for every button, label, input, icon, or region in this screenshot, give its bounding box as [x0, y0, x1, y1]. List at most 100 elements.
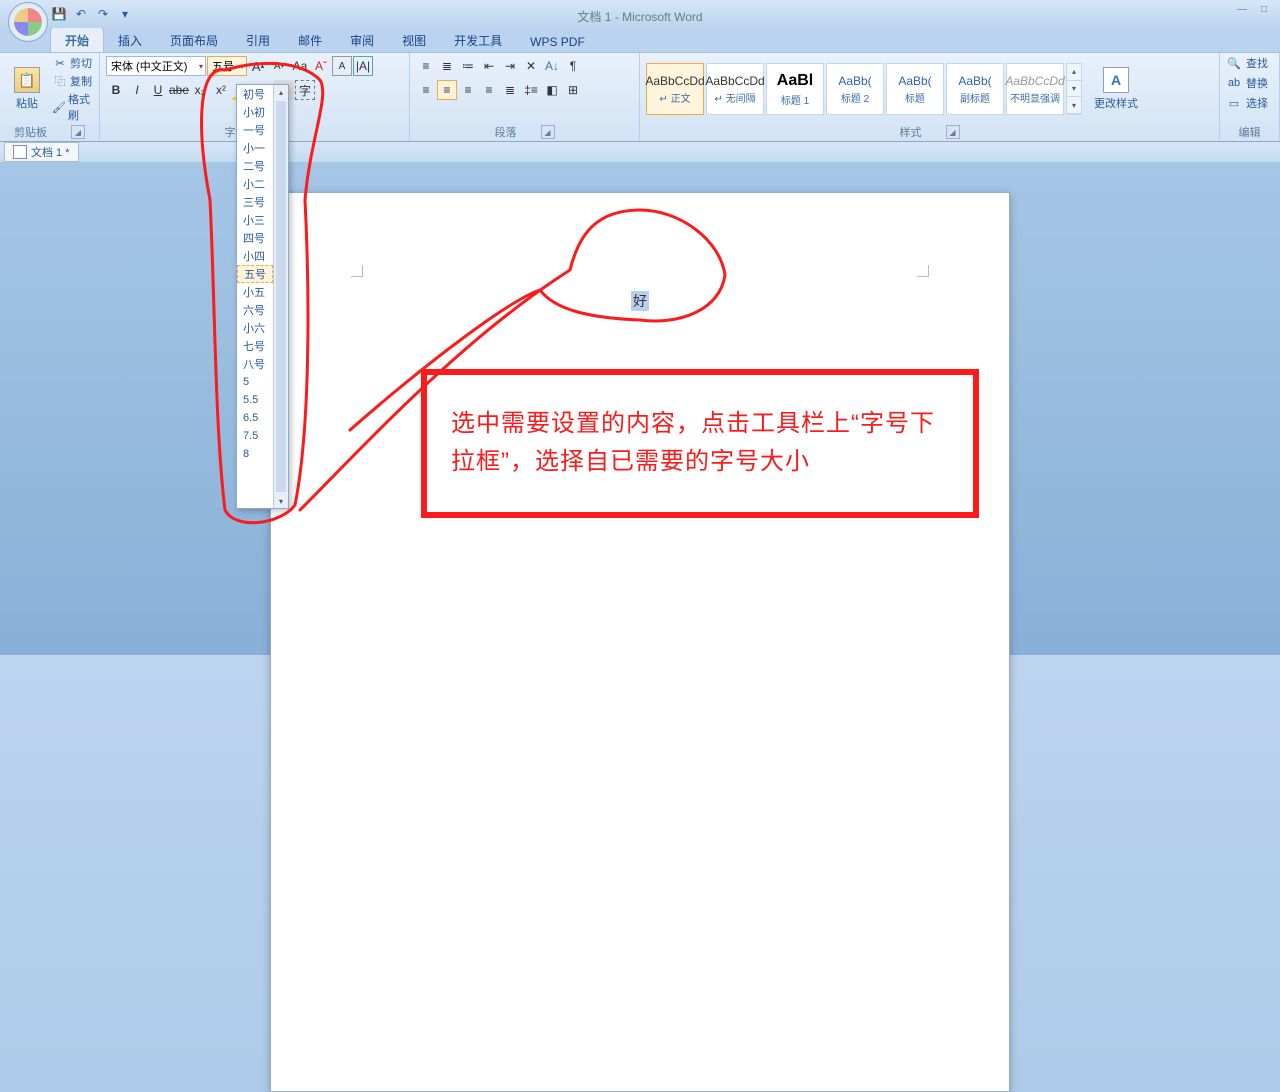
style-gallery[interactable]: AaBbCcDd↵ 正文 AaBbCcDd↵ 无间隔 AaBl标题 1 AaBb… [646, 63, 1082, 115]
size-option[interactable]: 三号 [237, 193, 273, 211]
font-size-combo[interactable]: 五号▾ [207, 56, 247, 76]
select-button[interactable]: ▭选择 [1226, 95, 1268, 111]
document-tab[interactable]: 文档 1 * [4, 142, 79, 162]
minimize-button[interactable]: — [1232, 0, 1252, 18]
size-option[interactable]: 小六 [237, 319, 273, 337]
tab-wpspdf[interactable]: WPS PDF [516, 31, 599, 52]
cut-button[interactable]: ✂剪切 [52, 55, 93, 71]
style-normal[interactable]: AaBbCcDd↵ 正文 [646, 63, 704, 115]
phonetic-button[interactable]: Aˇ [311, 56, 331, 76]
size-option[interactable]: 7.5 [237, 427, 273, 445]
save-icon[interactable]: 💾 [50, 5, 68, 23]
tab-layout[interactable]: 页面布局 [156, 28, 232, 52]
redo-icon[interactable]: ↷ [94, 5, 112, 23]
size-option[interactable]: 小一 [237, 139, 273, 157]
numbering-button[interactable]: ≣ [437, 56, 457, 76]
selected-text[interactable]: 好 [631, 291, 649, 311]
tab-insert[interactable]: 插入 [104, 28, 156, 52]
scroll-up-icon[interactable]: ▴ [274, 85, 288, 99]
sort-button[interactable]: A↓ [542, 56, 562, 76]
clipboard-group-label: 剪贴板 [14, 124, 47, 140]
grow-font-button[interactable]: A▴ [248, 56, 268, 76]
size-option[interactable]: 四号 [237, 229, 273, 247]
char-border-button[interactable]: A [332, 56, 352, 76]
subscript-button[interactable]: x₂ [190, 80, 210, 100]
scroll-thumb[interactable] [276, 101, 286, 492]
bullets-button[interactable]: ≡ [416, 56, 436, 76]
gallery-spinner[interactable]: ▴▾▾ [1066, 63, 1082, 115]
size-option[interactable]: 八号 [237, 355, 273, 373]
style-nospace[interactable]: AaBbCcDd↵ 无间隔 [706, 63, 764, 115]
line-spacing-button[interactable]: ‡≡ [521, 80, 541, 100]
tab-home[interactable]: 开始 [50, 27, 104, 52]
clipboard-dialog-launcher[interactable]: ◢ [71, 125, 85, 139]
borders-button[interactable]: ⊞ [563, 80, 583, 100]
font-name-combo[interactable]: 宋体 (中文正文)▾ [106, 56, 206, 76]
superscript-button[interactable]: x² [211, 80, 231, 100]
paste-button[interactable]: 📋 粘贴 [6, 63, 48, 115]
size-option[interactable]: 8 [237, 445, 273, 463]
style-subtle-emph[interactable]: AaBbCcDd不明显强调 [1006, 63, 1064, 115]
char-shading-button[interactable]: |A| [353, 56, 373, 76]
indent-inc-button[interactable]: ⇥ [500, 56, 520, 76]
underline-button[interactable]: U [148, 80, 168, 100]
painter-label: 格式刷 [68, 91, 93, 123]
undo-icon[interactable]: ↶ [72, 5, 90, 23]
clear-format-button[interactable]: Aa [290, 56, 310, 76]
size-option[interactable]: 6.5 [237, 409, 273, 427]
dropdown-scrollbar[interactable]: ▴▾ [273, 85, 288, 508]
distrib-button[interactable]: ≣ [500, 80, 520, 100]
indent-dec-button[interactable]: ⇤ [479, 56, 499, 76]
size-option[interactable]: 小初 [237, 103, 273, 121]
replace-icon: ab [1226, 75, 1242, 91]
tab-mail[interactable]: 邮件 [284, 28, 336, 52]
maximize-button[interactable]: □ [1254, 0, 1274, 18]
size-option[interactable]: 五号 [237, 265, 273, 283]
size-option[interactable]: 5 [237, 373, 273, 391]
style-h1[interactable]: AaBl标题 1 [766, 63, 824, 115]
size-option[interactable]: 5.5 [237, 391, 273, 409]
align-left-button[interactable]: ≡ [416, 80, 436, 100]
bold-button[interactable]: B [106, 80, 126, 100]
paragraph-dialog-launcher[interactable]: ◢ [541, 125, 555, 139]
italic-button[interactable]: I [127, 80, 147, 100]
multilevel-button[interactable]: ≔ [458, 56, 478, 76]
change-styles-button[interactable]: A 更改样式 [1086, 63, 1146, 115]
office-button[interactable] [8, 2, 48, 42]
size-option[interactable]: 小五 [237, 283, 273, 301]
align-center-button[interactable]: ≡ [437, 80, 457, 100]
document-canvas[interactable]: 好 选中需要设置的内容，点击工具栏上“字号下拉框”，选择自已需要的字号大小 [0, 162, 1280, 655]
find-button[interactable]: 🔍查找 [1226, 55, 1268, 71]
tab-references[interactable]: 引用 [232, 28, 284, 52]
strike-button[interactable]: abe [169, 80, 189, 100]
page[interactable]: 好 选中需要设置的内容，点击工具栏上“字号下拉框”，选择自已需要的字号大小 [270, 192, 1010, 1092]
size-option[interactable]: 六号 [237, 301, 273, 319]
size-option[interactable]: 小三 [237, 211, 273, 229]
style-title[interactable]: AaBb(标题 [886, 63, 944, 115]
asian-layout-button[interactable]: ✕ [521, 56, 541, 76]
qat-more-icon[interactable]: ▾ [116, 5, 134, 23]
shrink-font-button[interactable]: A▾ [269, 56, 289, 76]
tab-review[interactable]: 审阅 [336, 28, 388, 52]
align-right-button[interactable]: ≡ [458, 80, 478, 100]
size-option[interactable]: 初号 [237, 85, 273, 103]
copy-button[interactable]: ⿻复制 [52, 73, 93, 89]
styles-dialog-launcher[interactable]: ◢ [946, 125, 960, 139]
style-h2[interactable]: AaBb(标题 2 [826, 63, 884, 115]
size-option[interactable]: 二号 [237, 157, 273, 175]
size-option[interactable]: 一号 [237, 121, 273, 139]
justify-button[interactable]: ≡ [479, 80, 499, 100]
format-painter-button[interactable]: 🖌格式刷 [52, 91, 93, 123]
font-size-dropdown[interactable]: 初号小初一号小一二号小二三号小三四号小四五号小五六号小六七号八号55.56.57… [236, 84, 289, 509]
show-marks-button[interactable]: ¶ [563, 56, 583, 76]
tab-view[interactable]: 视图 [388, 28, 440, 52]
scroll-down-icon[interactable]: ▾ [274, 494, 288, 508]
style-subtitle[interactable]: AaBb(副标题 [946, 63, 1004, 115]
enclose-char-button[interactable]: 字 [295, 80, 315, 100]
size-option[interactable]: 小二 [237, 175, 273, 193]
size-option[interactable]: 七号 [237, 337, 273, 355]
tab-dev[interactable]: 开发工具 [440, 28, 516, 52]
replace-button[interactable]: ab替换 [1226, 75, 1268, 91]
shading-button[interactable]: ◧ [542, 80, 562, 100]
size-option[interactable]: 小四 [237, 247, 273, 265]
